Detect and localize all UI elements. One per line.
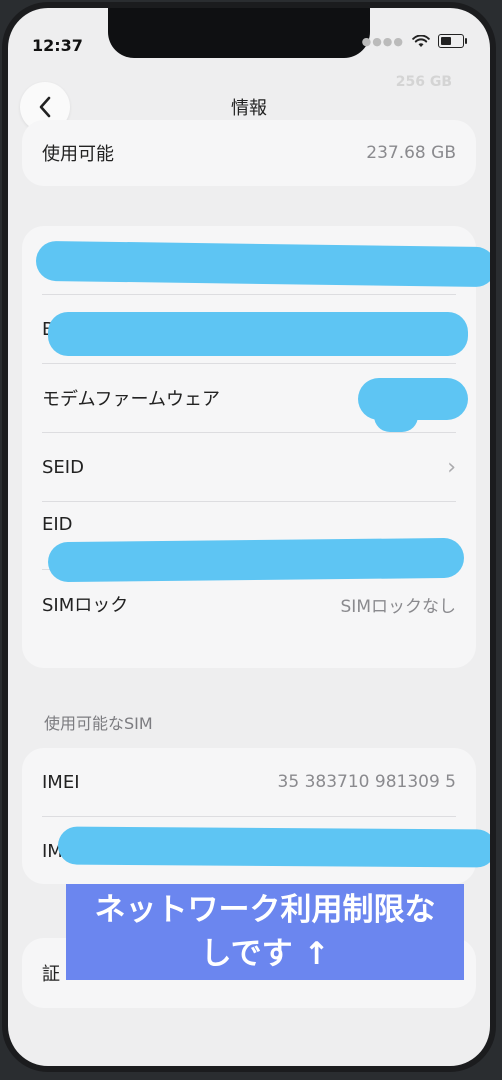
page-title: 情報 [231, 98, 267, 119]
battery-icon [438, 34, 467, 48]
status-icons: ●●●● [361, 34, 467, 48]
redaction-mark-2 [48, 312, 468, 356]
screen: 12:37 ●●●● 256 GB 情報 使用可能 237.68 GB モデムフ… [8, 8, 490, 1066]
phone-frame: 12:37 ●●●● 256 GB 情報 使用可能 237.68 GB モデムフ… [2, 2, 496, 1072]
redaction-mark-5 [47, 537, 465, 583]
imei-row: IMEI 35 383710 981309 5 [42, 748, 456, 817]
chevron-right-icon: › [447, 454, 456, 480]
annotation-banner: ネットワーク利用制限な しです ↑ [66, 884, 464, 980]
seid-row[interactable]: SEID › [42, 433, 456, 502]
redaction-mark-1 [35, 240, 490, 288]
info-card: B モデムファームウェア SEID › EID SIMロック SIMロックなし [22, 226, 476, 668]
storage-available-value: 237.68 GB [366, 143, 456, 163]
imei-label: IMEI [42, 771, 80, 793]
storage-card: 使用可能 237.68 GB [22, 120, 476, 186]
notch [108, 8, 370, 58]
signal-dots-icon: ●●●● [361, 34, 404, 48]
certification-label: 証 [42, 964, 60, 985]
sim-section-header: 使用可能なSIM [44, 714, 153, 733]
eid-label: EID [42, 514, 73, 535]
sim-lock-value: SIMロックなし [340, 596, 456, 617]
sim-lock-label: SIMロック [42, 595, 129, 616]
status-time: 12:37 [32, 36, 83, 55]
modem-firmware-label: モデムファームウェア [42, 389, 221, 410]
annotation-line-2: しです ↑ [200, 936, 330, 972]
imei-value: 35 383710 981309 5 [277, 772, 456, 792]
redaction-mark-4 [374, 400, 418, 432]
faded-capacity: 256 GB [395, 74, 452, 90]
annotation-line-1: ネットワーク利用制限な [94, 892, 436, 928]
wifi-icon [412, 34, 430, 47]
seid-label: SEID [42, 456, 84, 478]
storage-available-row: 使用可能 237.68 GB [42, 120, 456, 186]
storage-available-label: 使用可能 [42, 144, 114, 165]
redaction-mark-6 [57, 826, 490, 868]
